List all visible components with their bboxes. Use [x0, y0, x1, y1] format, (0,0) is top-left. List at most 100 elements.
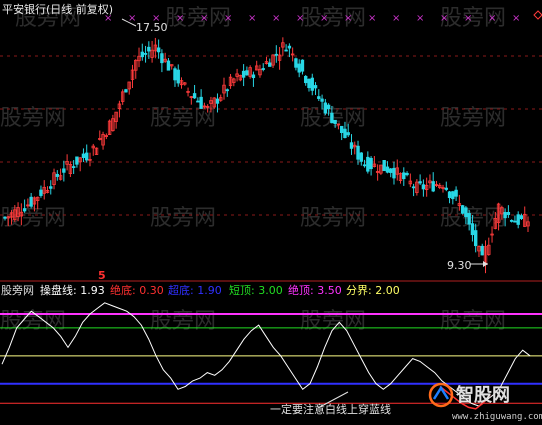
candle-body	[310, 77, 314, 91]
candle-body	[192, 93, 197, 99]
candle-body	[261, 68, 265, 70]
candle-body	[274, 53, 279, 56]
candle-body	[166, 60, 171, 71]
watermark-text: 股旁网	[300, 6, 366, 31]
candle-body	[389, 168, 393, 173]
candle-body	[382, 160, 386, 172]
watermark-text: 股旁网	[0, 106, 66, 131]
chart-canvas: 股旁网 股旁网 股旁网 股旁网 股旁网 股旁网 股旁网 股旁网 股旁网 股旁网 …	[0, 2, 542, 422]
candle-body	[333, 119, 337, 124]
candle-body	[173, 68, 177, 81]
watermark-text: 股旁网	[440, 309, 506, 334]
candle-body	[81, 153, 86, 158]
candlesticks	[3, 37, 530, 274]
candle-body	[143, 53, 148, 55]
candle-body	[307, 78, 311, 89]
diamond-icon	[533, 10, 542, 20]
candle-body	[402, 172, 406, 180]
candle-body	[480, 245, 484, 256]
candle-body	[444, 187, 448, 190]
candle-body	[199, 96, 203, 109]
chart-title: 平安银行(日线 前复权)	[2, 2, 113, 16]
candle-body	[454, 189, 458, 197]
candle-body	[268, 62, 272, 67]
candle-body	[323, 102, 328, 114]
watermark-text: 股旁网	[150, 309, 216, 334]
watermark-text: 股旁网	[300, 206, 366, 231]
candle-body	[251, 74, 256, 79]
candle-body	[343, 128, 347, 139]
candle-body	[359, 152, 363, 162]
candle-body	[421, 184, 426, 190]
signal-x-mark: ×	[440, 13, 448, 24]
candle-body	[22, 208, 27, 212]
candle-body	[304, 75, 308, 84]
signal-x-mark: ×	[224, 13, 232, 24]
candle-body	[29, 196, 33, 207]
signal-x-mark: ×	[272, 13, 280, 24]
candle-body	[71, 166, 76, 168]
annotation-text: 一定要注意白线上穿蓝线	[270, 402, 391, 416]
signal-x-mark: ×	[344, 13, 352, 24]
logo-text: 智股网	[456, 384, 510, 406]
candle-body	[519, 215, 524, 220]
legend-watermark: 股旁网	[1, 283, 34, 297]
candle-body	[506, 211, 511, 215]
legend-dd: 短顶: 3.00	[229, 283, 283, 297]
price-grid	[0, 55, 542, 216]
candle-body	[39, 189, 43, 196]
candle-body	[85, 152, 89, 161]
candle-body	[362, 164, 367, 167]
candle-body	[62, 168, 66, 173]
candle-body	[411, 186, 416, 189]
candle-body	[297, 63, 301, 73]
candle-body	[467, 213, 471, 225]
candle-body	[245, 70, 249, 76]
candle-body	[147, 46, 151, 52]
signal-x-mark: ×	[320, 13, 328, 24]
legend-cd: 超底: 1.90	[168, 283, 222, 297]
signal-x-mark: ×	[416, 13, 424, 24]
candle-body	[196, 100, 200, 103]
candle-body	[330, 112, 334, 124]
candle-body	[405, 172, 409, 176]
candle-body	[447, 191, 452, 199]
candle-body	[326, 104, 331, 110]
candle-body	[55, 173, 59, 177]
candle-body	[317, 96, 321, 99]
candle-body	[339, 125, 344, 133]
candle-body	[156, 47, 161, 53]
candle-body	[431, 181, 435, 192]
candle-body	[392, 167, 396, 179]
candle-body	[470, 223, 475, 236]
watermark-text: 股旁网	[440, 106, 506, 131]
candle-body	[300, 59, 305, 72]
candle-body	[513, 220, 517, 223]
candle-body	[313, 85, 318, 89]
candle-body	[320, 98, 324, 102]
signal-x-mark: ×	[176, 13, 184, 24]
signal-x-mark: ×	[248, 13, 256, 24]
candle-body	[3, 216, 7, 219]
watermark-text: 股旁网	[0, 206, 66, 231]
signal-marker: 5	[98, 269, 106, 282]
candle-body	[124, 89, 128, 93]
candle-body	[294, 58, 298, 68]
signal-x-mark: ×	[200, 13, 208, 24]
legend-fj: 分界: 2.00	[346, 284, 400, 297]
candle-body	[418, 181, 422, 184]
watermark-text: 股旁网	[150, 106, 216, 131]
candle-body	[287, 45, 292, 49]
indicator-annotation: 一定要注意白线上穿蓝线	[270, 391, 391, 416]
candle-body	[460, 205, 465, 214]
low-annotation: 9.30	[447, 259, 488, 272]
candle-body	[241, 70, 246, 78]
legend-jding: 绝顶: 3.50	[288, 283, 342, 297]
candle-body	[140, 51, 144, 58]
candle-body	[75, 156, 79, 165]
candle-body	[473, 230, 478, 247]
signal-x-mark: ×	[464, 13, 472, 24]
signal-x-mark: ×	[392, 13, 400, 24]
logo-url: www.zhiguwang.com	[452, 412, 542, 422]
signal-x-mark: ×	[368, 13, 376, 24]
